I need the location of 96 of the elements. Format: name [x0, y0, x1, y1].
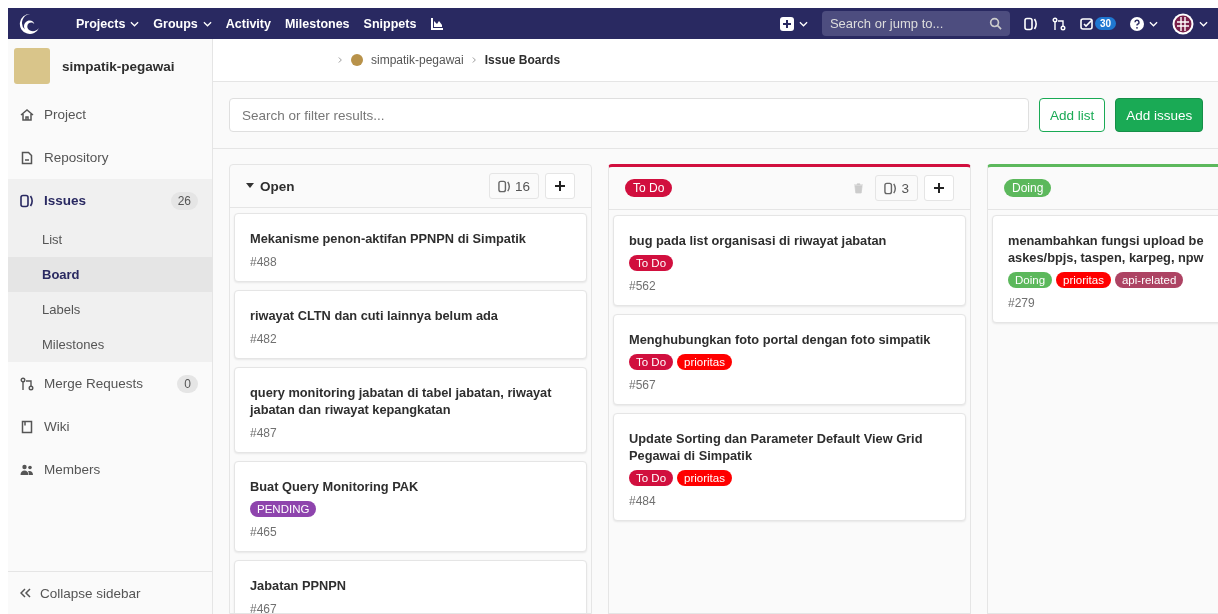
- issues-icon: [497, 179, 511, 193]
- issue-card[interactable]: menambahkan fungsi upload be askes/bpjs, taspen, karpeg, npw Doing prioritas api-related #279: [992, 215, 1218, 323]
- issue-number: #482: [250, 332, 278, 346]
- sidebar-subitem[interactable]: List: [8, 222, 212, 257]
- double-chevron-icon: [20, 588, 32, 598]
- issue-count: 3: [875, 175, 918, 201]
- sidebar-item[interactable]: Repository: [8, 136, 212, 179]
- new-dropdown-button[interactable]: [779, 16, 808, 31]
- merge-request-icon[interactable]: [1051, 16, 1066, 31]
- chevron-down-icon: [130, 20, 140, 27]
- issue-count: 16: [488, 173, 539, 199]
- plus-icon: [555, 181, 565, 191]
- help-dropdown-button[interactable]: [1130, 16, 1158, 31]
- list-label: Doing: [1004, 179, 1052, 197]
- issue-label[interactable]: To Do: [629, 354, 674, 370]
- issue-label[interactable]: To Do: [629, 255, 674, 271]
- issue-number: #467: [250, 602, 278, 613]
- issue-title[interactable]: menambahkan fungsi upload be askes/bpjs, taspen, karpeg, npw: [1008, 232, 1218, 266]
- issue-title[interactable]: Jabatan PPNPN: [250, 577, 570, 594]
- issue-card[interactable]: Menghubungkan foto portal dengan foto simpatik To Do prioritas #567: [613, 314, 966, 405]
- issue-title[interactable]: Menghubungkan foto portal dengan foto simpatik: [629, 331, 949, 348]
- issue-card[interactable]: Buat Query Monitoring PAK PENDING #465: [234, 461, 587, 552]
- merge-request-icon: [20, 376, 34, 391]
- issue-label[interactable]: api-related: [1114, 272, 1184, 288]
- issue-card[interactable]: Jabatan PPNPN #467: [234, 560, 587, 613]
- sidebar-subitem[interactable]: Milestones: [8, 327, 212, 362]
- issue-number: #484: [629, 494, 657, 508]
- search-icon: [988, 17, 1002, 30]
- sidebar-item[interactable]: Merge Requests 0: [8, 362, 212, 405]
- add-issue-button[interactable]: [545, 173, 575, 199]
- issue-card[interactable]: query monitoring jabatan di tabel jabatan, riwayat jabatan dan riwayat kepangkatan #487: [234, 367, 587, 453]
- user-menu-button[interactable]: [1172, 12, 1208, 35]
- issues-icon: [20, 193, 34, 208]
- document-icon: [20, 150, 34, 165]
- chevron-icon: [338, 56, 343, 64]
- issue-label[interactable]: prioritas: [1056, 272, 1111, 288]
- project-avatar: [14, 48, 50, 84]
- sidebar-subitem[interactable]: Labels: [8, 292, 212, 327]
- count-badge: 26: [170, 191, 198, 210]
- chevron-down-icon: [798, 20, 808, 27]
- sidebar-item[interactable]: Issues 26: [8, 179, 212, 222]
- issue-card[interactable]: riwayat CLTN dan cuti lainnya belum ada #482: [234, 290, 587, 359]
- nav-link[interactable]: Milestones: [284, 16, 350, 31]
- project-avatar: [351, 54, 363, 66]
- add-issue-button[interactable]: [924, 175, 954, 201]
- todo-icon[interactable]: [1079, 16, 1094, 31]
- issue-title[interactable]: Mekanisme penon-aktifan PPNPN di Simpatik: [250, 230, 570, 247]
- users-icon: [20, 462, 34, 477]
- issue-title[interactable]: Buat Query Monitoring PAK: [250, 478, 570, 495]
- sidebar-item[interactable]: Members: [8, 448, 212, 491]
- filter-field[interactable]: Search or filter results...: [229, 98, 1029, 132]
- sidebar-subitem[interactable]: Board: [8, 257, 212, 292]
- breadcrumb-link[interactable]: simpatik-pegawai: [371, 53, 464, 67]
- issue-label[interactable]: To Do: [629, 470, 674, 486]
- count-badge: 0: [177, 374, 198, 393]
- issue-card[interactable]: Update Sorting dan Parameter Default View Grid Pegawai di Simpatik To Do prioritas #484: [613, 413, 966, 521]
- issue-number: #465: [250, 525, 278, 539]
- sidebar-item[interactable]: Wiki: [8, 405, 212, 448]
- plus-icon: [934, 183, 944, 193]
- logo-icon[interactable]: [18, 11, 42, 36]
- issue-title[interactable]: riwayat CLTN dan cuti lainnya belum ada: [250, 307, 570, 324]
- todo-count-badge: 30: [1094, 17, 1116, 30]
- issue-number: #562: [629, 279, 657, 293]
- issue-title[interactable]: query monitoring jabatan di tabel jabatan, riwayat jabatan dan riwayat kepangkatan: [250, 384, 570, 418]
- home-icon: [20, 107, 34, 122]
- chevron-icon: [471, 56, 477, 64]
- issue-label[interactable]: PENDING: [250, 501, 317, 517]
- chart-icon[interactable]: [430, 16, 445, 31]
- issue-title[interactable]: Update Sorting dan Parameter Default View Grid Pegawai di Simpatik: [629, 430, 949, 464]
- chevron-down-icon: [1149, 20, 1158, 27]
- collapse-sidebar-button[interactable]: Collapse sidebar: [8, 571, 212, 614]
- breadcrumb-link[interactable]: Issue Boards: [484, 53, 561, 67]
- list-title: Open: [260, 178, 295, 194]
- issue-label[interactable]: prioritas: [677, 354, 732, 370]
- issue-label[interactable]: prioritas: [677, 470, 732, 486]
- search-field[interactable]: Search or jump to...: [821, 11, 1010, 36]
- issue-number: #279: [1008, 296, 1036, 310]
- issue-number: #487: [250, 426, 278, 440]
- list-label: To Do: [625, 179, 673, 197]
- issue-number: #567: [629, 378, 657, 392]
- issues-icon: [884, 181, 898, 195]
- nav-link[interactable]: Snippets: [363, 16, 417, 31]
- issue-card[interactable]: bug pada list organisasi di riwayat jabatan To Do #562: [613, 215, 966, 306]
- nav-link[interactable]: Groups: [153, 16, 212, 31]
- issues-icon[interactable]: [1023, 16, 1038, 31]
- nav-link[interactable]: Projects: [76, 16, 140, 31]
- chevron-down-icon: [202, 20, 212, 27]
- caret-icon[interactable]: [246, 183, 254, 189]
- issue-number: #488: [250, 255, 278, 269]
- book-icon: [20, 419, 34, 434]
- nav-link[interactable]: Activity: [225, 16, 271, 31]
- chevron-down-icon: [1199, 20, 1208, 27]
- issue-card[interactable]: Mekanisme penon-aktifan PPNPN di Simpatik #488: [234, 213, 587, 282]
- sidebar-item[interactable]: Project: [8, 93, 212, 136]
- issue-title[interactable]: bug pada list organisasi di riwayat jabatan: [629, 232, 949, 249]
- project-name[interactable]: simpatik-pegawai: [62, 58, 175, 74]
